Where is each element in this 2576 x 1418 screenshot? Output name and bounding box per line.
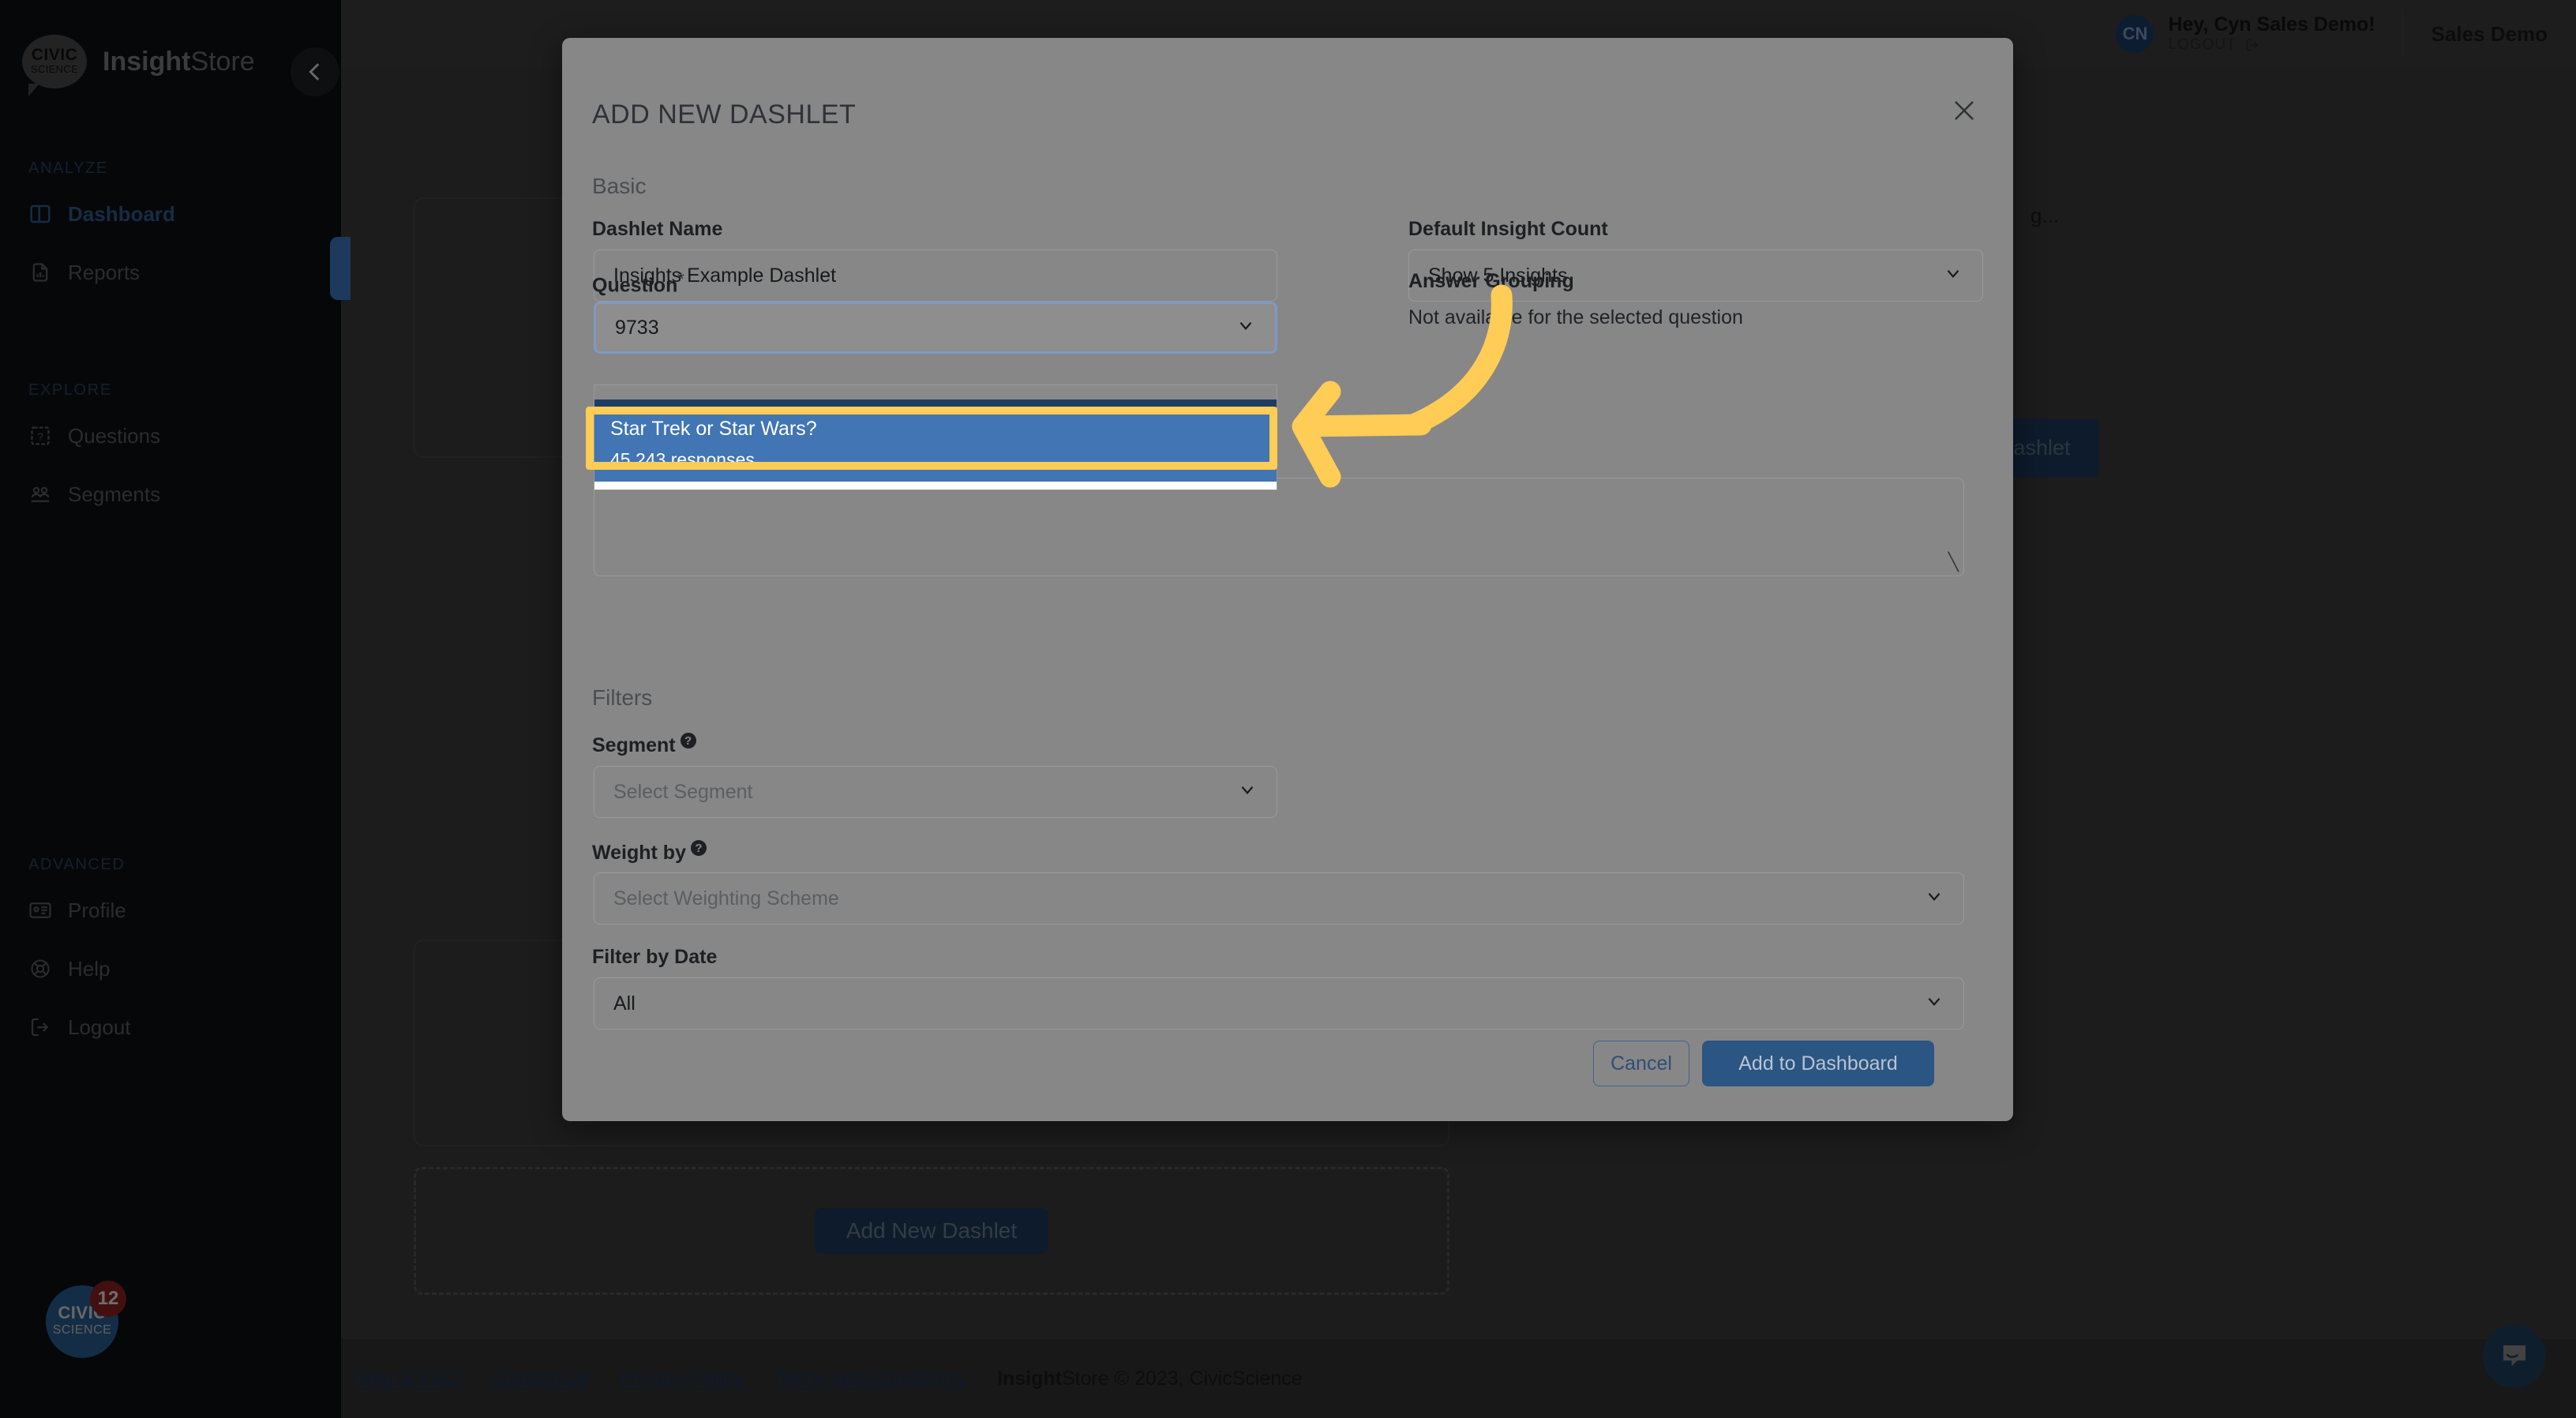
label-text: Segment xyxy=(592,733,676,756)
chevron-down-icon xyxy=(1943,263,1963,289)
resize-handle-icon[interactable]: ╲ xyxy=(1948,552,1959,572)
dropdown-top-sliver xyxy=(594,385,1277,400)
sidebar-collapse-button[interactable] xyxy=(291,47,339,96)
chevron-down-icon xyxy=(1237,779,1258,805)
filter-by-date-select[interactable]: All xyxy=(594,977,1964,1030)
segment-placeholder: Select Segment xyxy=(613,780,753,803)
segment-select[interactable]: Select Segment xyxy=(594,766,1277,818)
label-weight-by: Weight by? xyxy=(592,840,707,865)
answer-grouping-message: Not available for the selected question xyxy=(1408,306,1743,328)
label-text: Filter by Date xyxy=(592,946,718,968)
label-question: Question* xyxy=(592,270,684,297)
dropdown-option-highlighted[interactable]: Star Trek or Star Wars? 45,243 responses xyxy=(594,412,1277,490)
weight-by-select[interactable]: Select Weighting Scheme xyxy=(594,872,1964,925)
section-title-filters: Filters xyxy=(592,685,653,710)
dropdown-scroll-indicator xyxy=(594,400,1277,412)
label-text: Answer Grouping xyxy=(1408,270,1574,292)
question-value: 9733 xyxy=(615,316,659,339)
chevron-down-icon xyxy=(1236,315,1256,341)
dashlet-name-input[interactable]: Insights Example Dashlet xyxy=(594,249,1277,302)
label-answer-grouping: Answer Grouping xyxy=(1408,270,1574,293)
filter-by-date-value: All xyxy=(613,992,636,1015)
chevron-down-icon xyxy=(1924,886,1944,912)
label-default-insight-count: Default Insight Count xyxy=(1408,218,1608,241)
add-new-dashlet-modal: ADD NEW DASHLET Basic Dashlet Name Insig… xyxy=(562,38,2013,1121)
cancel-button[interactable]: Cancel xyxy=(1593,1041,1689,1086)
chevron-left-icon xyxy=(309,63,320,81)
label-text: Weight by xyxy=(592,841,686,864)
required-marker: * xyxy=(677,270,684,288)
description-textarea[interactable]: ╲ xyxy=(594,478,1964,576)
label-text: Question xyxy=(592,274,678,297)
label-dashlet-name: Dashlet Name xyxy=(592,218,722,241)
label-text: Dashlet Name xyxy=(592,218,723,240)
dropdown-option-divider xyxy=(594,482,1277,490)
chevron-down-icon xyxy=(1924,991,1944,1017)
label-text: Default Insight Count xyxy=(1408,218,1608,240)
help-icon[interactable]: ? xyxy=(680,733,696,748)
label-filter-by-date: Filter by Date xyxy=(592,946,717,969)
question-dropdown-menu[interactable]: Star Trek or Star Wars? 45,243 responses xyxy=(594,385,1277,491)
modal-title: ADD NEW DASHLET xyxy=(592,99,857,129)
screenshot-root: CIVIC SCIENCE InsightStore ANALYZE Dashb… xyxy=(0,0,2576,1418)
add-to-dashboard-button[interactable]: Add to Dashboard xyxy=(1702,1041,1934,1086)
close-icon xyxy=(1955,101,1974,120)
close-button[interactable] xyxy=(1947,93,1982,128)
question-select[interactable]: 9733 xyxy=(594,302,1277,354)
label-segment: Segment? xyxy=(592,733,696,757)
dropdown-option-responses: 45,243 responses xyxy=(610,449,755,471)
help-icon[interactable]: ? xyxy=(690,840,707,856)
section-title-basic: Basic xyxy=(592,174,647,198)
weight-by-placeholder: Select Weighting Scheme xyxy=(613,887,839,910)
dropdown-option-question: Star Trek or Star Wars? xyxy=(610,418,817,440)
active-nav-indicator xyxy=(330,237,351,300)
